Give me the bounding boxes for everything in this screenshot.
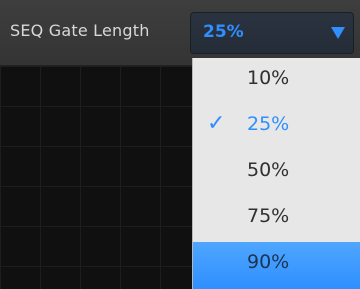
option-label: 75% (247, 205, 290, 227)
gate-length-dropdown-menu: 10% ✓ 25% 50% 75% 90% (192, 58, 360, 289)
option-label: 90% (247, 251, 290, 273)
plugin-window: SEQ Gate Length 25% 10% ✓ 25% 50% 75% 90… (0, 0, 360, 289)
gate-length-select-value: 25% (203, 22, 244, 42)
option-25-percent[interactable]: ✓ 25% (193, 104, 360, 146)
option-90-percent[interactable]: 90% (193, 242, 360, 289)
triangle-down-icon[interactable] (331, 27, 345, 39)
seq-gate-length-label: SEQ Gate Length (10, 21, 150, 40)
option-50-percent[interactable]: 50% (193, 150, 360, 192)
option-label: 50% (247, 159, 290, 181)
checkmark-icon: ✓ (207, 111, 226, 136)
option-75-percent[interactable]: 75% (193, 196, 360, 238)
parameter-bar: SEQ Gate Length 25% (0, 0, 360, 66)
gate-length-select[interactable]: 25% (190, 12, 354, 54)
option-label: 10% (247, 67, 290, 89)
option-label: 25% (247, 113, 290, 135)
sequencer-grid (0, 66, 192, 289)
option-10-percent[interactable]: 10% (193, 58, 360, 100)
